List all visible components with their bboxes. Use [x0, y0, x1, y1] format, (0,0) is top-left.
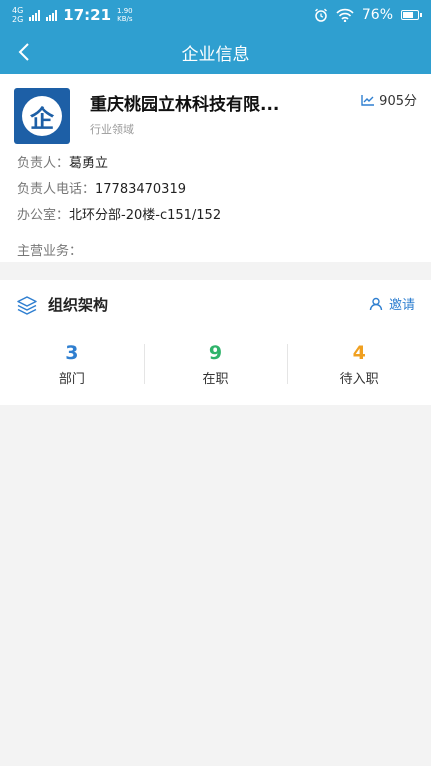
network-type: 4G 2G — [12, 6, 23, 24]
stat-value: 3 — [65, 341, 79, 364]
phone-value[interactable]: 17783470319 — [95, 182, 186, 197]
wifi-icon — [336, 8, 354, 22]
industry-label: 行业领域 — [90, 123, 134, 136]
battery-percent: 76% — [361, 7, 393, 23]
company-logo: 企 — [14, 88, 70, 144]
speed-unit: KB/s — [117, 15, 133, 23]
page-title: 企业信息 — [181, 44, 250, 65]
manager-row: 负责人：葛勇立 — [17, 152, 108, 171]
back-button[interactable] — [12, 40, 36, 64]
company-name: 重庆桃园立林科技有限... — [90, 95, 280, 115]
office-row: 办公室：北环分部-20楼-c151/152 — [17, 204, 221, 223]
status-left: 4G 2G 17:21 1.90 KB/s — [12, 6, 133, 24]
stat-label: 部门 — [58, 371, 85, 387]
stat-value: 9 — [208, 341, 223, 364]
chart-icon — [361, 94, 375, 106]
manager-value: 葛勇立 — [69, 156, 109, 171]
score-value: 905分 — [379, 94, 417, 109]
signal-icon-2 — [46, 9, 58, 21]
phone-label: 负责人电话： — [17, 182, 96, 197]
stat-departments[interactable]: 3 部门 — [0, 336, 144, 392]
office-label: 办公室： — [17, 208, 70, 223]
company-card: 企 重庆桃园立林科技有限... 905分 行业领域 负责人：葛勇立 负责人电话：… — [0, 74, 431, 262]
phone-row: 负责人电话：17783470319 — [17, 178, 186, 197]
org-section: 组织架构 邀请 3 部门 9 在职 4 待入职 — [0, 280, 431, 405]
network-bottom: 2G — [12, 15, 24, 24]
org-title: 组织架构 — [48, 296, 109, 314]
invite-label: 邀请 — [388, 298, 415, 313]
invite-button[interactable]: 邀请 — [369, 294, 415, 313]
stat-pending[interactable]: 4 待入职 — [287, 336, 431, 392]
layers-icon — [17, 296, 37, 315]
stat-label: 在职 — [202, 371, 229, 387]
stat-value: 4 — [352, 341, 366, 364]
org-stats: 3 部门 9 在职 4 待入职 — [0, 336, 431, 392]
business-label: 主营业务： — [17, 244, 83, 259]
office-value: 北环分部-20楼-c151/152 — [69, 208, 222, 223]
chevron-left-icon — [18, 43, 29, 61]
business-row: 主营业务： — [17, 240, 82, 259]
company-score[interactable]: 905分 — [361, 90, 417, 109]
network-top: 4G — [12, 6, 24, 15]
stat-label: 待入职 — [339, 371, 379, 387]
user-icon — [369, 297, 383, 310]
manager-label: 负责人： — [17, 156, 70, 171]
speed-value: 1.90 — [117, 7, 133, 15]
company-logo-mark: 企 — [22, 96, 62, 136]
status-bar: 4G 2G 17:21 1.90 KB/s 76% — [0, 0, 431, 30]
nav-bar: 企业信息 — [0, 30, 431, 74]
status-right: 76% — [314, 7, 422, 23]
stat-employed[interactable]: 9 在职 — [143, 336, 288, 392]
alarm-icon — [314, 8, 327, 22]
clock: 17:21 — [63, 6, 112, 24]
signal-icon — [29, 9, 41, 21]
network-speed: 1.90 KB/s — [117, 7, 133, 23]
battery-icon — [401, 10, 422, 20]
